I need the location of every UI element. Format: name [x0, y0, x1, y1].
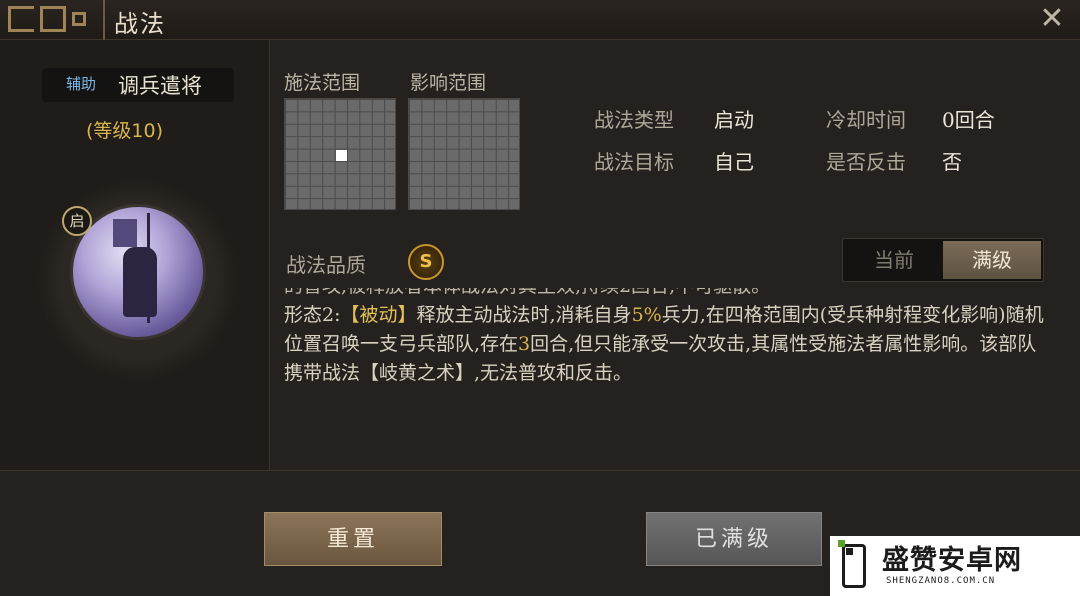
skill-target-label: 战法目标	[594, 150, 674, 174]
panel-divider	[0, 470, 1080, 471]
title-ornament	[0, 0, 105, 40]
skill-target-value: 自己	[714, 150, 754, 174]
watermark-url: SHENGZANO8.COM.CN	[886, 576, 996, 586]
counter-value: 否	[942, 150, 962, 174]
cooldown-value: 0回合	[942, 108, 995, 132]
skill-name: 调兵遣将	[118, 74, 202, 98]
counter-label: 是否反击	[826, 150, 906, 174]
form2-prefix: 形态2:	[284, 304, 341, 326]
skill-detail-panel: 辅助 调兵遣将 (等级10) 启 施法范围 影响范围 战法类型 启动 冷却时间 …	[0, 40, 1080, 596]
description-cut-line: 的普攻,被释放者本体战法对其生效,持续2回合,不可驱散。	[284, 288, 1044, 301]
quality-s-badge: S	[408, 244, 444, 280]
skill-summary: 辅助 调兵遣将 (等级10) 启	[0, 40, 270, 470]
close-icon[interactable]: ✕	[1038, 4, 1066, 34]
quality-label: 战法品质	[286, 253, 366, 277]
skill-level: (等级10)	[86, 120, 164, 142]
description-form2: 形态2:【被动】释放主动战法时,消耗自身5%兵力,在四格范围内(受兵种射程变化影…	[284, 301, 1044, 388]
troop-cost-percent: 5%	[631, 304, 662, 326]
skill-description[interactable]: 的普攻,被释放者本体战法对其生效,持续2回合,不可驱散。 形态2:【被动】释放主…	[284, 288, 1044, 428]
effect-range-grid	[408, 98, 520, 210]
passive-tag: 【被动】	[340, 304, 417, 326]
summon-rounds: 3	[518, 333, 531, 355]
tab-current-level[interactable]: 当前	[845, 241, 943, 279]
effect-range-label: 影响范围	[410, 72, 487, 94]
watermark-title: 盛赞安卓网	[882, 545, 1022, 576]
reset-button[interactable]: 重置	[264, 512, 442, 566]
level-toggle: 当前 满级	[842, 238, 1044, 282]
skill-type-label: 战法类型	[594, 108, 674, 132]
activation-badge: 启	[62, 206, 92, 236]
form2-text-a: 释放主动战法时,消耗自身	[416, 304, 632, 326]
cast-range-label: 施法范围	[284, 72, 361, 94]
cooldown-label: 冷却时间	[826, 108, 906, 132]
maxed-button[interactable]: 已满级	[646, 512, 822, 566]
cast-range-cell	[335, 149, 347, 161]
window-title: 战法	[114, 10, 166, 38]
title-bar: 战法 ✕	[0, 0, 1080, 40]
skill-type-value: 启动	[714, 108, 754, 132]
skill-type-tag: 辅助	[66, 75, 97, 93]
tab-max-level[interactable]: 满级	[943, 241, 1041, 279]
site-watermark: 盛赞安卓网 SHENGZANO8.COM.CN	[830, 536, 1080, 596]
cast-range-grid	[284, 98, 396, 210]
